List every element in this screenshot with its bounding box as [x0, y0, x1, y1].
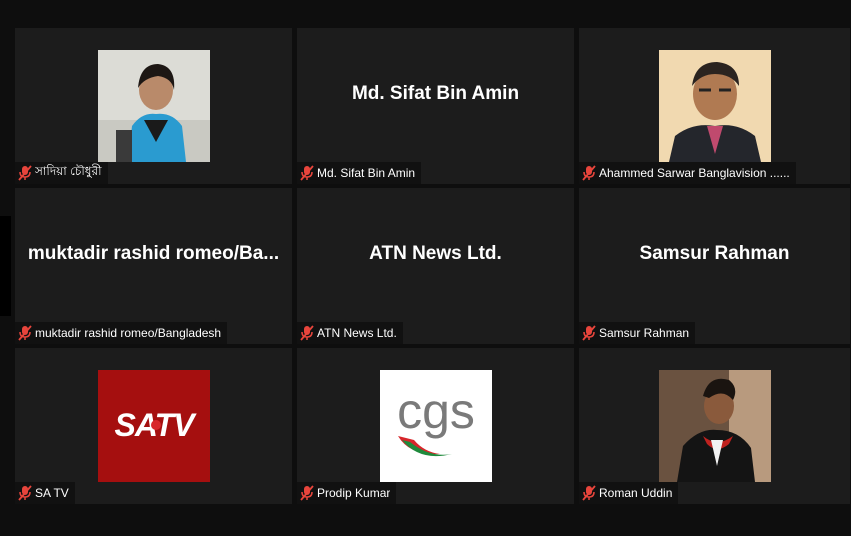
participant-tile[interactable]: Roman Uddin	[579, 348, 850, 504]
participant-name: Prodip Kumar	[317, 486, 391, 500]
participant-tile[interactable]: cgs Prodip Kumar	[297, 348, 574, 504]
participant-name-label: ATN News Ltd.	[297, 322, 403, 344]
participant-name: Md. Sifat Bin Amin	[317, 166, 416, 180]
participant-name-label: Md. Sifat Bin Amin	[297, 162, 422, 184]
mic-muted-icon	[300, 325, 314, 341]
participant-photo	[658, 370, 771, 482]
participant-name: muktadir rashid romeo/Bangladesh	[35, 326, 222, 340]
mic-muted-icon	[582, 325, 596, 341]
participant-name: SA TV	[35, 486, 69, 500]
cgs-logo-text: cgs	[397, 383, 475, 439]
participant-tile[interactable]: Samsur Rahman Samsur Rahman	[579, 188, 850, 344]
participant-name-label: SA TV	[15, 482, 75, 504]
participant-name: Samsur Rahman	[599, 326, 690, 340]
participant-name-label: Roman Uddin	[579, 482, 679, 504]
participant-name-label: muktadir rashid romeo/Bangladesh	[15, 322, 228, 344]
participant-name-label: Samsur Rahman	[579, 322, 696, 344]
participant-display-name: ATN News Ltd.	[369, 243, 502, 264]
participant-display-name: muktadir rashid romeo/Ba...	[27, 243, 280, 264]
participant-tile[interactable]: Ahammed Sarwar Banglavision ......	[579, 28, 850, 184]
participant-tile[interactable]: SATV SA TV	[15, 348, 292, 504]
participant-photo	[658, 50, 771, 162]
mic-muted-icon	[582, 165, 596, 181]
mic-muted-icon	[18, 485, 32, 501]
mic-muted-icon	[18, 165, 32, 181]
participant-name-label: Prodip Kumar	[297, 482, 397, 504]
participant-tile[interactable]: ATN News Ltd. ATN News Ltd.	[297, 188, 574, 344]
side-panel-handle[interactable]	[0, 216, 11, 316]
participant-display-name: Md. Sifat Bin Amin	[351, 83, 520, 104]
participant-name: সাদিয়া চৌধুরী	[35, 164, 102, 178]
participant-name: Roman Uddin	[599, 486, 673, 500]
participant-name-label: সাদিয়া চৌধুরী	[15, 162, 108, 184]
mic-muted-icon	[300, 165, 314, 181]
mic-muted-icon	[300, 485, 314, 501]
cgs-logo: cgs	[379, 370, 492, 482]
participant-photo	[97, 50, 210, 162]
participant-display-name: Samsur Rahman	[639, 243, 790, 264]
video-grid: সাদিয়া চৌধুরী Md. Sifat Bin Amin Md. Si…	[15, 28, 850, 504]
participant-tile[interactable]: সাদিয়া চৌধুরী	[15, 28, 292, 184]
participant-name-label: Ahammed Sarwar Banglavision ......	[579, 162, 796, 184]
satv-logo: SATV	[97, 370, 210, 482]
participant-tile[interactable]: muktadir rashid romeo/Ba... muktadir ras…	[15, 188, 292, 344]
participant-name: Ahammed Sarwar Banglavision ......	[599, 166, 790, 180]
participant-tile[interactable]: Md. Sifat Bin Amin Md. Sifat Bin Amin	[297, 28, 574, 184]
mic-muted-icon	[18, 325, 32, 341]
participant-name: ATN News Ltd.	[317, 326, 397, 340]
mic-muted-icon	[582, 485, 596, 501]
